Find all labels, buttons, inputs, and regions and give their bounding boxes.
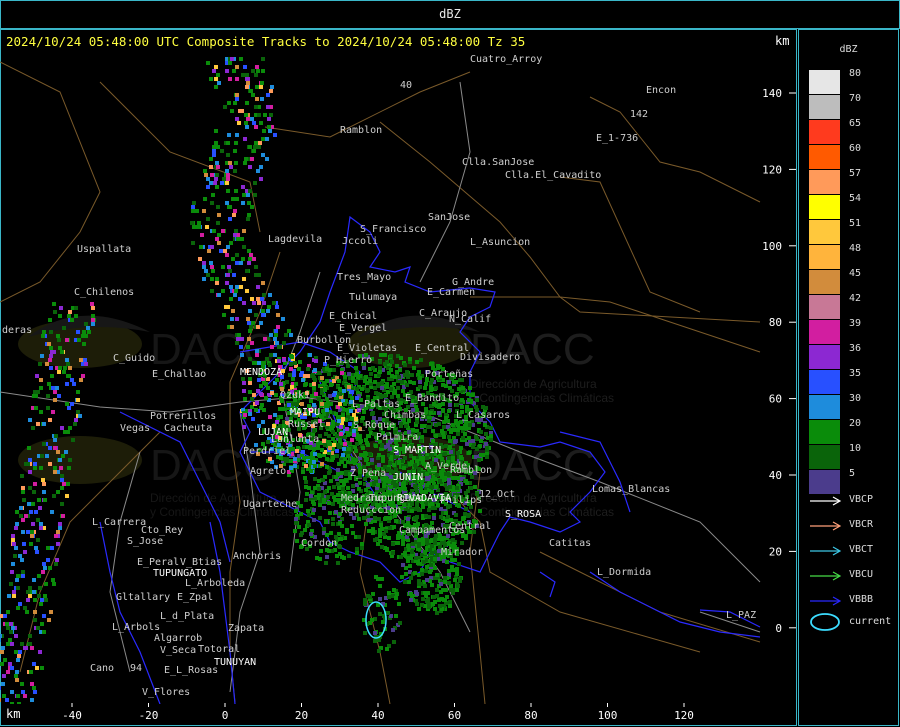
y-tick-label: 20 bbox=[769, 545, 782, 558]
legend-label-48: 48 bbox=[849, 243, 862, 254]
track-arrow-vbcp bbox=[810, 496, 842, 506]
track-arrow-vbcu bbox=[810, 571, 842, 581]
current-legend-icon bbox=[810, 613, 840, 631]
legend-label-5: 5 bbox=[849, 468, 856, 479]
composite-header: 2024/10/24 05:48:00 UTC Composite Tracks… bbox=[6, 34, 526, 49]
legend-swatch-42 bbox=[809, 295, 840, 319]
track-label-vbbb: VBBB bbox=[849, 594, 874, 605]
legend-swatch-36 bbox=[809, 345, 840, 369]
y-unit-label: km bbox=[775, 34, 790, 48]
legend-swatch-60 bbox=[809, 145, 840, 169]
track-label-vbct: VBCT bbox=[849, 544, 874, 555]
legend-swatch-70 bbox=[809, 95, 840, 119]
x-tick-label: 40 bbox=[371, 709, 384, 722]
track-label-vbcp: VBCP bbox=[849, 494, 874, 505]
track-arrow-vbcr bbox=[810, 521, 842, 531]
legend-label-30: 30 bbox=[849, 393, 862, 404]
x-axis: -40 -20 0 20 40 60 80 100 120 bbox=[62, 703, 694, 722]
legend-label-70: 70 bbox=[849, 93, 862, 104]
window-title: dBZ bbox=[439, 7, 461, 21]
legend-label-45: 45 bbox=[849, 268, 862, 279]
legend-swatch-10 bbox=[809, 445, 840, 469]
x-tick-label: 120 bbox=[674, 709, 694, 722]
legend-swatch-54 bbox=[809, 195, 840, 219]
legend-label-80: 80 bbox=[849, 68, 862, 79]
x-tick-label: 20 bbox=[295, 709, 308, 722]
y-tick-label: 60 bbox=[769, 393, 782, 406]
y-tick-label: 100 bbox=[762, 240, 782, 253]
legend-title: dBZ bbox=[839, 44, 858, 55]
legend-label-65: 65 bbox=[849, 118, 862, 129]
legend-swatch-48 bbox=[809, 245, 840, 269]
y-axis: 140 120 100 80 60 40 20 0 bbox=[762, 87, 796, 635]
legend-label-20: 20 bbox=[849, 418, 862, 429]
y-tick-label: 40 bbox=[769, 469, 782, 482]
track-label-vbcu: VBCU bbox=[849, 569, 874, 580]
legend-swatch-80 bbox=[809, 70, 840, 94]
y-tick-label: 0 bbox=[775, 622, 782, 635]
current-legend-label: current bbox=[849, 616, 892, 627]
track-arrow-vbbb bbox=[810, 596, 842, 606]
legend-label-10: 10 bbox=[849, 443, 862, 454]
radar-map[interactable]: DACC DACC Dirección de Agricultura y Con… bbox=[0, 52, 797, 704]
legend-label-57: 57 bbox=[849, 168, 862, 179]
legend-label-54: 54 bbox=[849, 193, 862, 204]
y-tick-label: 140 bbox=[762, 87, 782, 100]
track-label-vbcr: VBCR bbox=[849, 519, 874, 530]
track-arrow-vbct bbox=[810, 546, 842, 556]
legend-swatch-5 bbox=[809, 470, 840, 494]
x-tick-label: 60 bbox=[448, 709, 461, 722]
x-tick-label: -20 bbox=[139, 709, 159, 722]
window-title-bar: dBZ bbox=[0, 0, 900, 29]
legend-swatch-20 bbox=[809, 420, 840, 444]
y-tick-label: 80 bbox=[769, 316, 782, 329]
y-tick-label: 120 bbox=[762, 163, 782, 176]
legend-swatch-57 bbox=[809, 170, 840, 194]
legend-label-39: 39 bbox=[849, 318, 862, 329]
legend-label-35: 35 bbox=[849, 368, 862, 379]
legend-label-51: 51 bbox=[849, 218, 862, 229]
legend-swatch-30 bbox=[809, 395, 840, 419]
x-tick-label: -40 bbox=[62, 709, 82, 722]
legend-swatch-39 bbox=[809, 320, 840, 344]
x-tick-label: 100 bbox=[598, 709, 618, 722]
legend-label-42: 42 bbox=[849, 293, 862, 304]
legend-label-60: 60 bbox=[849, 143, 862, 154]
legend-swatch-65 bbox=[809, 120, 840, 144]
legend-swatch-35 bbox=[809, 370, 840, 394]
legend-swatch-45 bbox=[809, 270, 840, 294]
x-tick-label: 80 bbox=[524, 709, 537, 722]
x-tick-label: 0 bbox=[222, 709, 229, 722]
legend-swatch-51 bbox=[809, 220, 840, 244]
legend-label-36: 36 bbox=[849, 343, 862, 354]
legend-panel: dBZ 80 70 65 60 57 54 51 48 45 42 39 36 35 30 20 10 5 VB… bbox=[798, 29, 899, 726]
